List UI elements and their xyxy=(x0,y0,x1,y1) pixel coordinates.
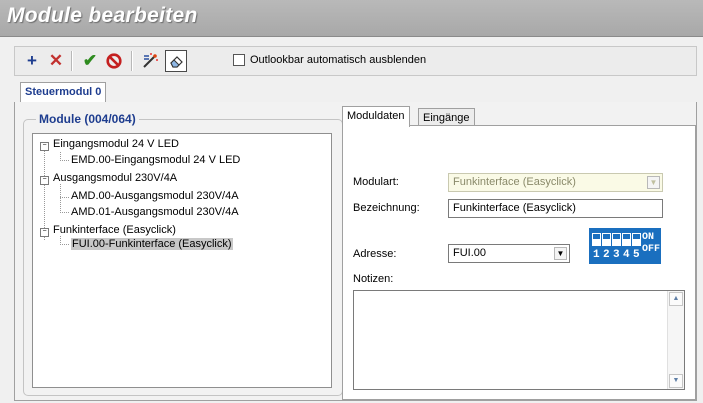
modules-group-title: Module (004/064) xyxy=(36,112,139,126)
main-tabstrip: Steuermodul 0 xyxy=(14,82,697,103)
tree-line xyxy=(60,244,69,245)
tab-steuermodul[interactable]: Steuermodul 0 xyxy=(20,82,107,102)
tree-item[interactable]: Funkinterface (Easyclick) xyxy=(53,224,176,236)
dip-number: 5 xyxy=(633,249,640,261)
tree-item[interactable]: EMD.00-Eingangsmodul 24 V LED xyxy=(71,154,240,166)
adresse-select[interactable]: FUI.00 ▼ xyxy=(448,244,570,263)
dip-switch-key xyxy=(612,233,621,246)
dip-number: 4 xyxy=(623,249,630,261)
toolbar-divider xyxy=(131,51,133,71)
dip-switch-key xyxy=(602,233,611,246)
eraser-icon[interactable] xyxy=(165,50,187,72)
wand-icon[interactable] xyxy=(139,50,161,72)
tree-line xyxy=(44,150,45,240)
plus-icon[interactable]: + xyxy=(21,50,43,72)
window-title: Module bearbeiten xyxy=(7,4,198,27)
adresse-value: FUI.00 xyxy=(453,247,487,259)
title-bar: Module bearbeiten xyxy=(0,0,703,37)
collapse-icon[interactable]: − xyxy=(40,176,49,185)
dip-number: 3 xyxy=(613,249,620,261)
tree-line xyxy=(60,212,69,213)
adresse-label: Adresse: xyxy=(353,248,397,260)
modulart-select: Funkinterface (Easyclick) ▼ xyxy=(448,173,663,192)
checkmark-icon[interactable]: ✔ xyxy=(79,50,101,72)
dip-number: 1 xyxy=(593,249,600,261)
tree-item[interactable]: AMD.00-Ausgangsmodul 230V/4A xyxy=(71,190,239,202)
dip-switch-key xyxy=(592,233,601,246)
moduldaten-panel: Modulart: Funkinterface (Easyclick) ▼ Be… xyxy=(342,125,696,400)
chevron-down-icon[interactable]: ▼ xyxy=(554,247,567,260)
tree-line xyxy=(60,184,61,213)
tree-item-selected[interactable]: FUI.00-Funkinterface (Easyclick) xyxy=(71,238,233,250)
tree-line xyxy=(60,160,69,161)
module-tree[interactable]: − Eingangsmodul 24 V LED EMD.00-Eingangs… xyxy=(32,133,332,388)
dip-switch: 1 2 3 4 5 ON OFF xyxy=(589,228,661,264)
tab-moduldaten[interactable]: Moduldaten xyxy=(342,106,410,127)
detail-tabstrip: Moduldaten Eingänge xyxy=(342,106,696,127)
tree-line xyxy=(60,197,69,198)
toolbar-divider xyxy=(71,51,73,71)
notizen-scrollbar[interactable]: ▲ ▼ xyxy=(667,291,684,389)
collapse-icon[interactable]: − xyxy=(40,228,49,237)
dip-switch-key xyxy=(632,233,641,246)
dip-number: 2 xyxy=(603,249,610,261)
outlookbar-checkbox[interactable] xyxy=(233,54,245,66)
cancel-icon[interactable] xyxy=(103,50,125,72)
modulart-value: Funkinterface (Easyclick) xyxy=(453,176,576,188)
dip-switch-key xyxy=(622,233,631,246)
bezeichnung-label: Bezeichnung: xyxy=(353,202,420,214)
bezeichnung-input[interactable]: Funkinterface (Easyclick) xyxy=(448,199,663,218)
tree-item[interactable]: Ausgangsmodul 230V/4A xyxy=(53,172,177,184)
tree-item[interactable]: AMD.01-Ausgangsmodul 230V/4A xyxy=(71,206,239,218)
modules-group: Module (004/064) − Eingangsmodul 24 V LE… xyxy=(23,112,343,396)
bezeichnung-value: Funkinterface (Easyclick) xyxy=(453,202,576,214)
chevron-down-icon: ▼ xyxy=(647,176,660,189)
tree-item[interactable]: Eingangsmodul 24 V LED xyxy=(53,138,179,150)
main-panel: Module (004/064) − Eingangsmodul 24 V LE… xyxy=(14,102,697,401)
modulart-label: Modulart: xyxy=(353,176,399,188)
dip-on-label: ON xyxy=(642,232,655,243)
notizen-textarea[interactable]: ▲ ▼ xyxy=(353,290,685,390)
notizen-label: Notizen: xyxy=(353,273,394,285)
scroll-up-icon[interactable]: ▲ xyxy=(669,292,683,306)
toolbar: + ✕ ✔ Outlookbar automatisch ausblenden xyxy=(14,46,697,76)
outlookbar-checkbox-label[interactable]: Outlookbar automatisch ausblenden xyxy=(250,54,426,66)
tab-eingaenge[interactable]: Eingänge xyxy=(418,108,475,126)
scroll-down-icon[interactable]: ▼ xyxy=(669,374,683,388)
dip-off-label: OFF xyxy=(642,244,661,255)
cross-icon[interactable]: ✕ xyxy=(45,50,67,72)
collapse-icon[interactable]: − xyxy=(40,142,49,151)
